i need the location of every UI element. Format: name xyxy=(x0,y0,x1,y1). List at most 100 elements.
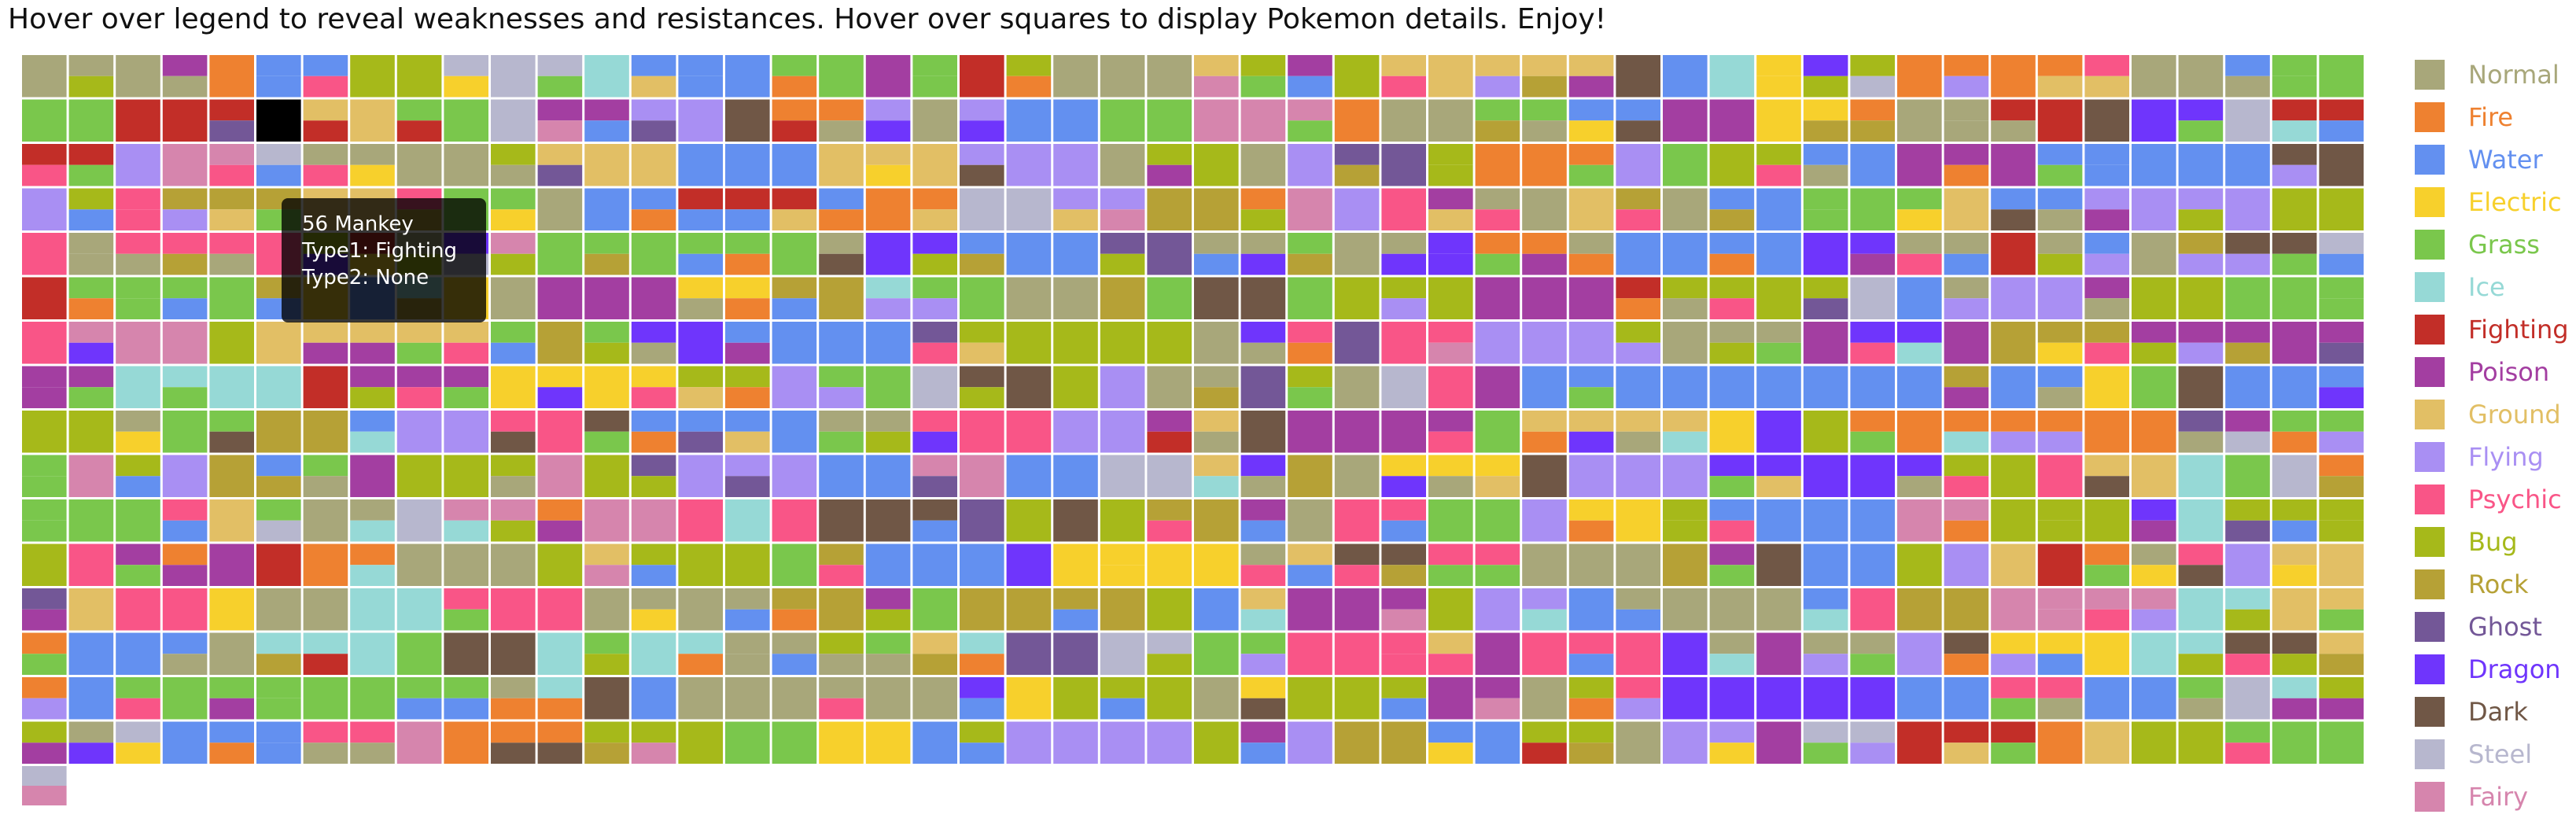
pokemon-square-type2[interactable] xyxy=(678,209,723,230)
pokemon-square[interactable] xyxy=(1006,322,1052,364)
pokemon-square[interactable] xyxy=(350,543,395,566)
pokemon-square[interactable] xyxy=(1334,543,1380,566)
pokemon-square[interactable] xyxy=(68,543,114,587)
pokemon-square[interactable] xyxy=(491,455,536,477)
pokemon-square[interactable] xyxy=(725,55,770,98)
pokemon-square[interactable] xyxy=(1240,366,1286,409)
pokemon-square[interactable] xyxy=(1100,188,1145,210)
pokemon-square[interactable] xyxy=(491,322,536,343)
legend-item-poison[interactable]: Poison xyxy=(2415,351,2572,393)
legend-item-flying[interactable]: Flying xyxy=(2415,436,2572,478)
pokemon-square[interactable] xyxy=(1944,188,1989,231)
pokemon-square-type2[interactable] xyxy=(1850,76,1895,98)
pokemon-square[interactable] xyxy=(116,366,160,409)
pokemon-square[interactable] xyxy=(256,411,301,453)
pokemon-square[interactable] xyxy=(1709,55,1755,98)
pokemon-square[interactable] xyxy=(1006,55,1052,76)
pokemon-square-type2[interactable] xyxy=(350,520,395,542)
pokemon-square[interactable] xyxy=(912,99,957,142)
pokemon-square-type2[interactable] xyxy=(1756,476,1801,497)
pokemon-square[interactable] xyxy=(444,499,488,521)
pokemon-square-type2[interactable] xyxy=(1803,609,1848,631)
pokemon-square-type2[interactable] xyxy=(1194,431,1239,453)
legend-item-psychic[interactable]: Psychic xyxy=(2415,478,2572,521)
pokemon-square-type2[interactable] xyxy=(1991,431,2036,453)
pokemon-square-type2[interactable] xyxy=(2225,431,2270,453)
pokemon-square[interactable] xyxy=(1568,55,1614,76)
pokemon-square-type2[interactable] xyxy=(2319,342,2364,364)
pokemon-square[interactable] xyxy=(1897,188,1942,210)
pokemon-square-type2[interactable] xyxy=(1616,431,1660,453)
pokemon-square-type2[interactable] xyxy=(1709,520,1755,542)
pokemon-square[interactable] xyxy=(1334,366,1380,409)
pokemon-square[interactable] xyxy=(1334,99,1380,142)
pokemon-square-type2[interactable] xyxy=(350,387,395,408)
pokemon-square[interactable] xyxy=(1803,144,1848,165)
pokemon-square[interactable] xyxy=(1709,677,1755,720)
pokemon-square[interactable] xyxy=(2225,366,2270,409)
pokemon-square-type2[interactable] xyxy=(1194,476,1239,497)
pokemon-square[interactable] xyxy=(678,632,723,654)
pokemon-square[interactable] xyxy=(2178,455,2224,498)
pokemon-square[interactable] xyxy=(1428,55,1473,98)
pokemon-square[interactable] xyxy=(1991,277,2036,320)
pokemon-square[interactable] xyxy=(584,588,629,631)
pokemon-square-type2[interactable] xyxy=(1568,76,1614,98)
pokemon-square[interactable] xyxy=(678,233,723,254)
pokemon-square[interactable] xyxy=(350,677,395,720)
pokemon-square[interactable] xyxy=(1663,366,1708,409)
pokemon-square[interactable] xyxy=(2178,322,2224,343)
pokemon-square-type2[interactable] xyxy=(162,520,208,542)
pokemon-square[interactable] xyxy=(2132,632,2176,676)
pokemon-square[interactable] xyxy=(1428,233,1473,254)
pokemon-square[interactable] xyxy=(256,677,301,698)
pokemon-square-type2[interactable] xyxy=(1147,520,1192,542)
pokemon-square[interactable] xyxy=(1240,411,1286,453)
pokemon-square[interactable] xyxy=(1194,366,1239,388)
pokemon-square[interactable] xyxy=(2132,455,2176,498)
pokemon-square[interactable] xyxy=(396,632,442,676)
pokemon-square[interactable] xyxy=(1897,144,1942,186)
pokemon-square[interactable] xyxy=(1568,233,1614,254)
pokemon-square[interactable] xyxy=(1428,411,1473,432)
pokemon-square[interactable] xyxy=(1756,322,1801,343)
pokemon-square-type2[interactable] xyxy=(1897,476,1942,497)
pokemon-square[interactable] xyxy=(1475,366,1520,409)
pokemon-square[interactable] xyxy=(1428,188,1473,210)
pokemon-square[interactable] xyxy=(1756,455,1801,477)
pokemon-square[interactable] xyxy=(960,543,1004,587)
pokemon-square[interactable] xyxy=(725,455,770,477)
pokemon-square[interactable] xyxy=(1616,543,1660,587)
pokemon-square[interactable] xyxy=(2037,677,2083,698)
pokemon-square-type2[interactable] xyxy=(1428,431,1473,453)
pokemon-square[interactable] xyxy=(1850,721,1895,743)
pokemon-square-type2[interactable] xyxy=(2225,654,2270,675)
pokemon-square[interactable] xyxy=(1147,677,1192,720)
pokemon-square[interactable] xyxy=(2225,55,2270,76)
pokemon-square[interactable] xyxy=(2272,99,2317,121)
pokemon-square[interactable] xyxy=(584,366,629,409)
pokemon-square[interactable] xyxy=(491,99,536,142)
pokemon-square[interactable] xyxy=(819,499,864,542)
pokemon-square[interactable] xyxy=(1663,499,1708,521)
pokemon-square[interactable] xyxy=(960,99,1004,121)
pokemon-square[interactable] xyxy=(1053,233,1098,275)
pokemon-square[interactable] xyxy=(256,322,301,364)
pokemon-square-type2[interactable] xyxy=(2037,76,2083,98)
pokemon-square[interactable] xyxy=(1194,322,1239,364)
pokemon-square[interactable] xyxy=(1428,366,1473,409)
pokemon-square[interactable] xyxy=(2132,411,2176,453)
pokemon-square[interactable] xyxy=(2319,721,2364,765)
pokemon-square[interactable] xyxy=(1568,188,1614,231)
pokemon-square[interactable] xyxy=(631,499,676,542)
pokemon-square[interactable] xyxy=(1381,721,1426,765)
pokemon-square[interactable] xyxy=(819,721,864,765)
pokemon-square-type2[interactable] xyxy=(350,342,395,364)
pokemon-square[interactable] xyxy=(2084,322,2129,343)
pokemon-square-type2[interactable] xyxy=(678,654,723,675)
pokemon-square[interactable] xyxy=(1147,322,1192,364)
pokemon-square[interactable] xyxy=(1100,677,1145,698)
pokemon-square[interactable] xyxy=(396,499,442,542)
pokemon-square[interactable] xyxy=(2319,55,2364,98)
pokemon-square[interactable] xyxy=(1756,721,1801,765)
